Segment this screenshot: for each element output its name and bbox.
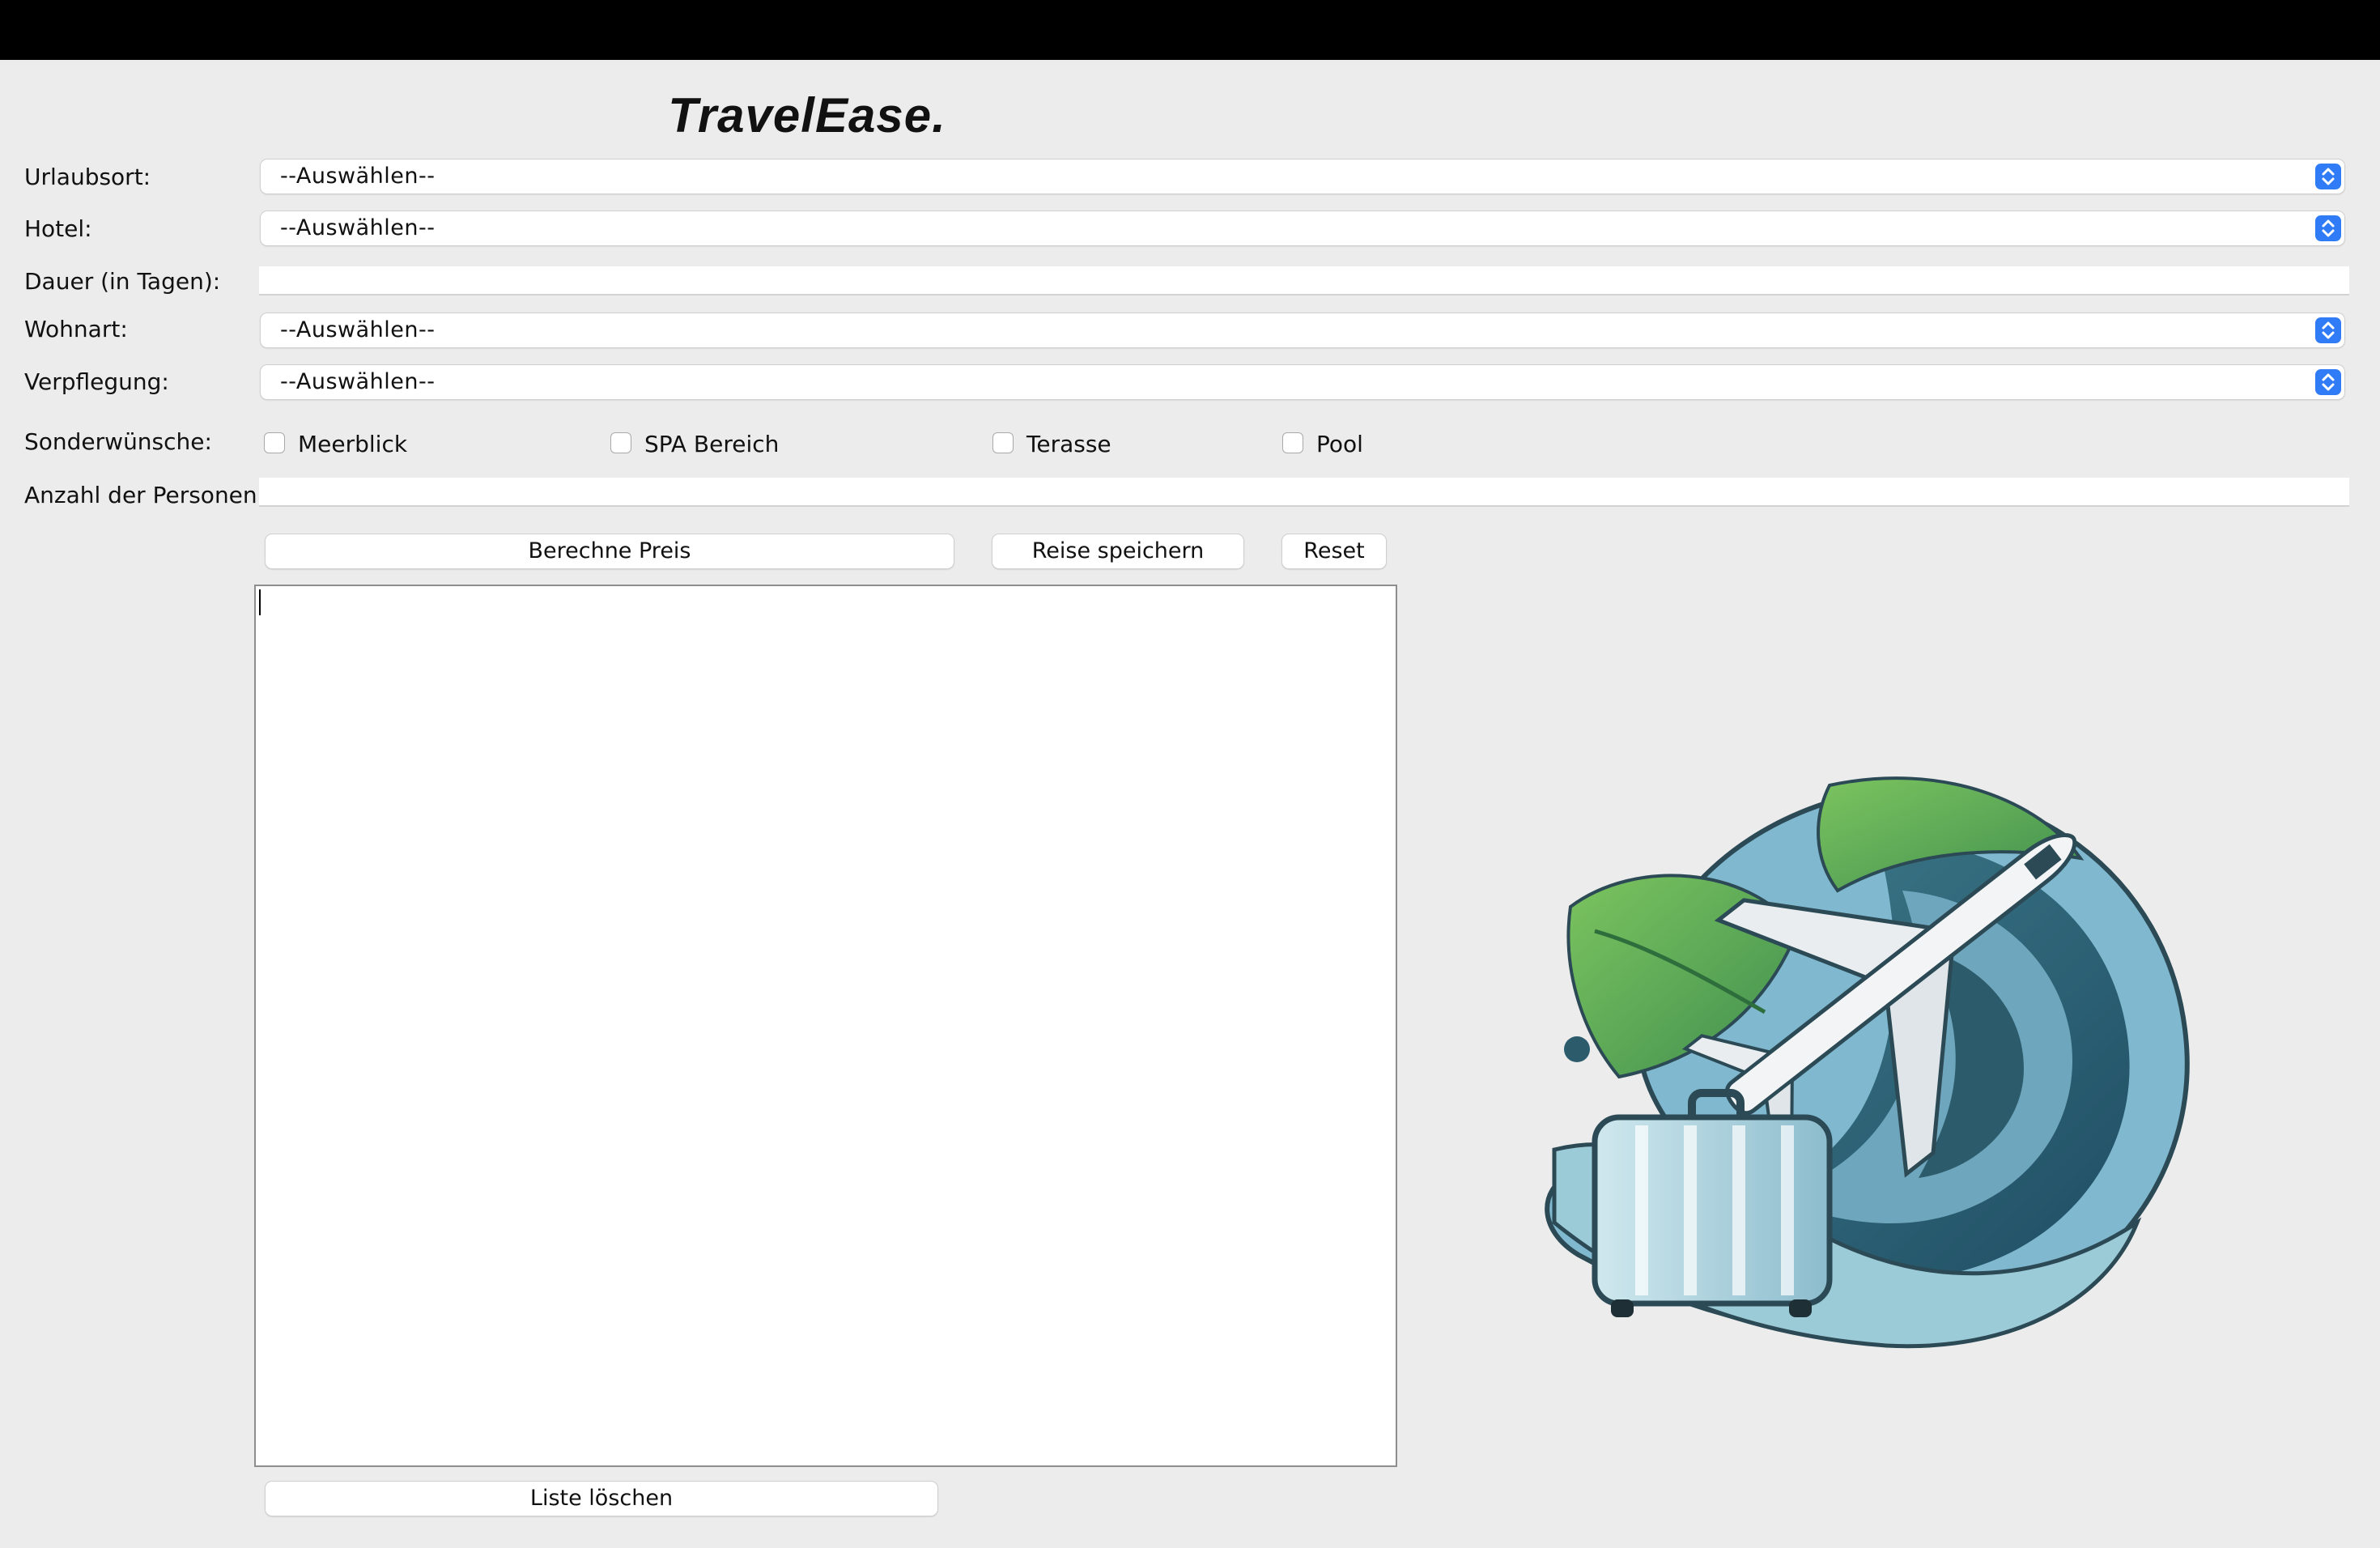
duration-field[interactable] — [259, 266, 2349, 296]
chevron-updown-icon — [2315, 317, 2341, 343]
app-title: TravelEase. — [668, 88, 946, 142]
calculate-price-button[interactable]: Berechne Preis — [266, 534, 954, 568]
meals-select-value: --Auswählen-- — [280, 369, 436, 394]
duration-label: Dauer (in Tagen): — [24, 268, 221, 295]
checkbox-box[interactable] — [992, 432, 1014, 453]
accommodation-label: Wohnart: — [24, 316, 128, 342]
hotel-select-value: --Auswählen-- — [280, 215, 436, 240]
meals-select[interactable]: --Auswählen-- — [261, 365, 2344, 399]
persons-label: Anzahl der Personen: — [24, 482, 266, 508]
save-trip-button[interactable]: Reise speichern — [992, 534, 1243, 568]
destination-select-value: --Auswählen-- — [280, 164, 436, 189]
hotel-label: Hotel: — [24, 215, 92, 242]
destination-select[interactable]: --Auswählen-- — [261, 159, 2344, 194]
chevron-updown-icon — [2315, 164, 2341, 189]
airplane-suitcase-logo — [1522, 769, 2210, 1352]
clear-list-button[interactable]: Liste löschen — [266, 1482, 937, 1516]
accommodation-select[interactable]: --Auswählen-- — [261, 313, 2344, 347]
meals-label: Verpflegung: — [24, 368, 169, 395]
persons-field[interactable] — [259, 478, 2349, 507]
accommodation-select-value: --Auswählen-- — [280, 317, 436, 342]
checkbox-box[interactable] — [610, 432, 631, 453]
chevron-updown-icon — [2315, 369, 2341, 395]
output-text-area[interactable] — [254, 585, 1397, 1467]
checkbox-box[interactable] — [264, 432, 285, 453]
text-caret — [259, 589, 261, 615]
checkbox-label: Meerblick — [298, 431, 408, 457]
reset-button[interactable]: Reset — [1282, 534, 1386, 568]
window-top-bar — [0, 0, 2380, 60]
checkbox-box[interactable] — [1282, 432, 1303, 453]
extras-label: Sonderwünsche: — [24, 428, 212, 455]
chevron-updown-icon — [2315, 215, 2341, 241]
checkbox-label: SPA Bereich — [644, 431, 780, 457]
hotel-select[interactable]: --Auswählen-- — [261, 211, 2344, 245]
checkbox-label: Pool — [1316, 431, 1363, 457]
destination-label: Urlaubsort: — [24, 164, 151, 190]
checkbox-label: Terasse — [1026, 431, 1111, 457]
